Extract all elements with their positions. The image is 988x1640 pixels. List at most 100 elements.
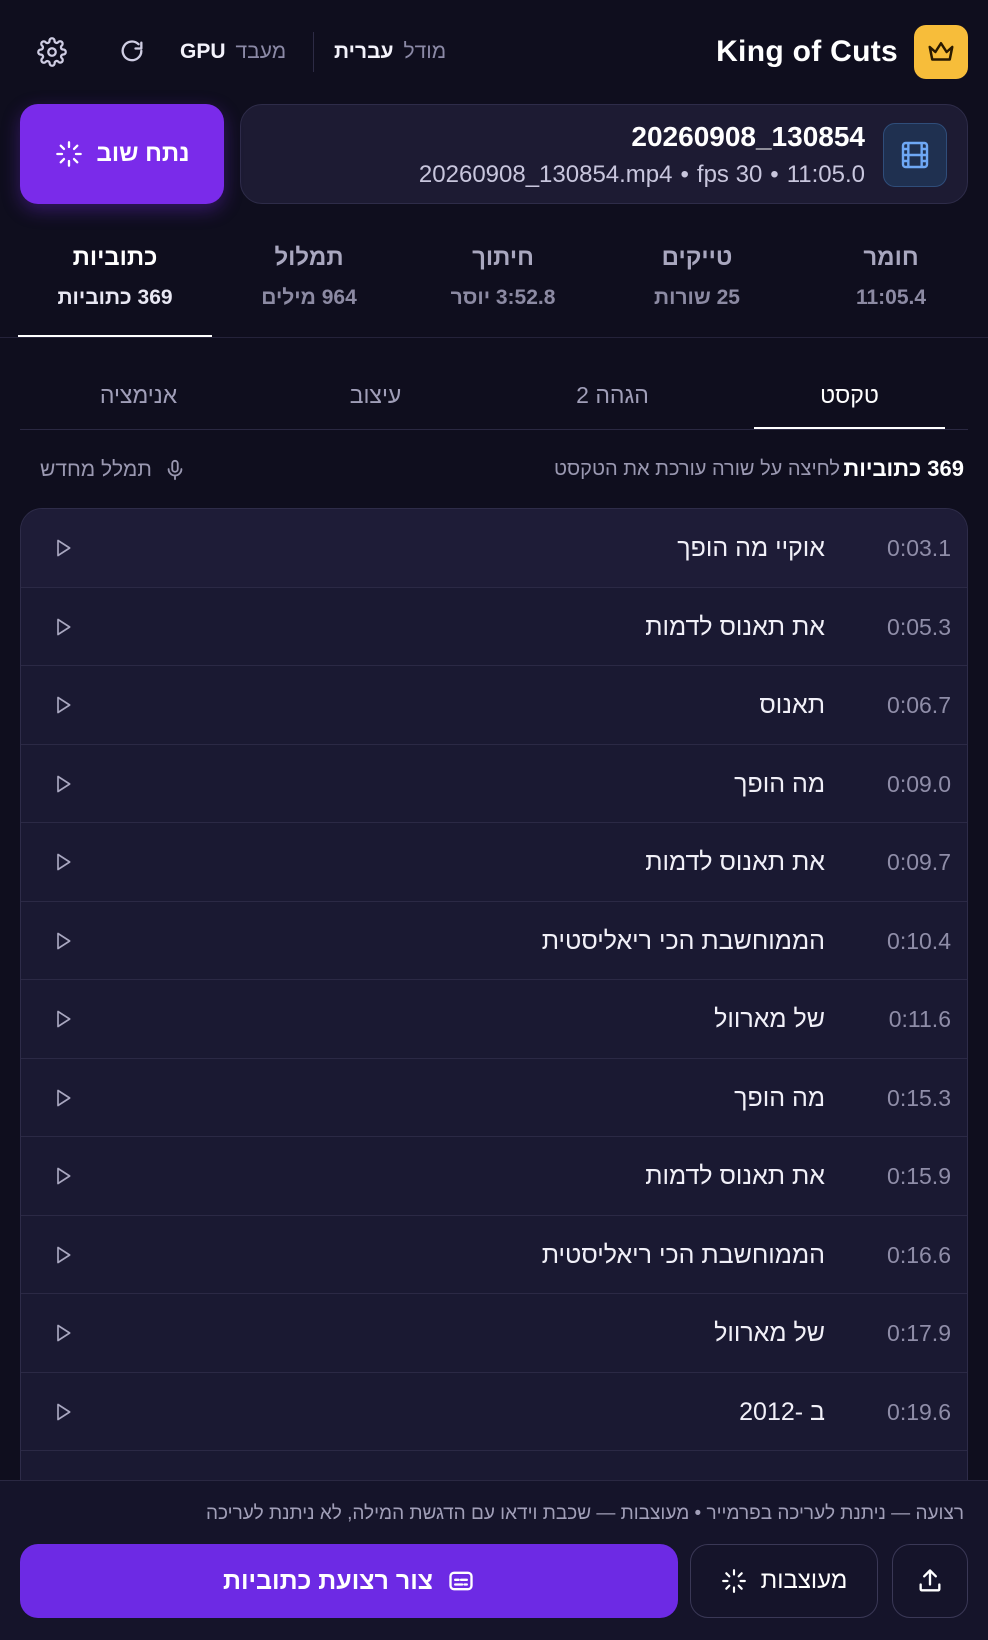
app-header: King of Cuts מודל עברית מעבד GPU xyxy=(0,0,988,104)
subtitle-row[interactable]: 0:10.4 הממוחשבת הכי ריאליסטית xyxy=(21,902,967,980)
subtitle-text[interactable]: את תאנוס לדמות xyxy=(645,1137,825,1215)
upload-icon xyxy=(919,1569,941,1592)
subtitle-text[interactable]: את תאנוס לדמות xyxy=(645,823,825,901)
subtitle-text[interactable]: אוקיי מה הופך xyxy=(677,509,825,587)
footer-bar: רצועה — ניתנת לעריכה בפרמייר • מעוצבות —… xyxy=(0,1480,988,1640)
subtitle-text[interactable]: הממוחשבת הכי ריאליסטית xyxy=(542,1216,825,1294)
file-card[interactable]: 20260908_130854 20260908_130854.mp4 • fp… xyxy=(240,104,968,204)
subtitle-time: 0:05.3 xyxy=(887,613,951,640)
subtab-design[interactable]: עיצוב xyxy=(257,360,494,430)
play-icon[interactable] xyxy=(53,931,73,951)
settings-button[interactable] xyxy=(30,30,74,74)
tab-transcript[interactable]: תמלול 964 מילים xyxy=(212,230,406,338)
subtitle-text[interactable]: תאנוס xyxy=(759,666,825,744)
play-icon[interactable] xyxy=(53,538,73,558)
refresh-button[interactable] xyxy=(110,30,154,74)
subtitle-time: 0:11.6 xyxy=(888,1006,951,1032)
subtitle-row[interactable]: 0:17.9 של מארוול xyxy=(21,1294,967,1373)
model-label: מודל xyxy=(403,40,447,63)
subtitle-time: 0:10.4 xyxy=(887,927,951,954)
subtitle-text[interactable]: הממוחשבת הכי ריאליסטית xyxy=(542,902,825,980)
subtab-animation[interactable]: אנימציה xyxy=(20,360,257,430)
crown-icon xyxy=(914,25,968,79)
subtitle-row[interactable]: 0:15.9 את תאנוס לדמות xyxy=(21,1137,967,1216)
tab-title: חומר xyxy=(863,244,919,271)
tab-title: טייקים xyxy=(661,244,733,271)
play-icon[interactable] xyxy=(53,774,73,794)
subtitle-text[interactable]: מה הופך xyxy=(734,1059,825,1137)
subtitle-text[interactable]: של מארוול xyxy=(714,980,825,1058)
brand-name: King of Cuts xyxy=(716,35,898,68)
play-icon[interactable] xyxy=(53,1402,73,1422)
processor-selector[interactable]: מעבד GPU xyxy=(180,30,286,74)
subtitle-time: 0:09.7 xyxy=(887,849,951,875)
model-value: עברית xyxy=(334,40,394,63)
film-icon xyxy=(883,123,947,187)
model-selector[interactable]: מודל עברית xyxy=(334,30,446,74)
play-icon[interactable] xyxy=(53,1009,73,1029)
subtitle-row[interactable]: 0:03.1 אוקיי מה הופך xyxy=(21,509,967,588)
tab-value: 964 מילים xyxy=(261,286,357,309)
subtitle-count: 369 כתוביות xyxy=(843,456,964,481)
footer-note: רצועה — ניתנת לעריכה בפרמייר • מעוצבות —… xyxy=(206,1503,964,1524)
subtitle-list: 0:03.1 אוקיי מה הופך 0:05.3 את תאנוס לדמ… xyxy=(20,508,968,1508)
tab-cut[interactable]: חיתוך 3:52.8 יוסר xyxy=(406,230,600,338)
tab-material[interactable]: חומר 11:05.4 xyxy=(794,230,988,338)
play-icon[interactable] xyxy=(53,1245,73,1265)
tab-subtitles[interactable]: כתוביות 369 כתוביות xyxy=(18,230,212,338)
subtitle-time: 0:09.0 xyxy=(887,770,951,797)
processor-value: GPU xyxy=(180,40,226,63)
file-filename: 20260908_130854.mp4 xyxy=(418,161,673,188)
play-icon[interactable] xyxy=(53,617,73,637)
header-divider xyxy=(313,32,314,72)
file-title: 20260908_130854 xyxy=(631,121,865,152)
subtab-proofread[interactable]: הגהה 2 xyxy=(494,360,731,430)
file-duration: 11:05.0 xyxy=(786,161,865,188)
subtitle-time: 0:15.3 xyxy=(887,1084,951,1111)
subtitle-text[interactable]: מה הופך xyxy=(734,745,825,823)
play-icon[interactable] xyxy=(53,1088,73,1108)
subtitle-time: 0:06.7 xyxy=(887,692,951,718)
play-icon[interactable] xyxy=(53,695,73,715)
subtitle-row[interactable]: 0:16.6 הממוחשבת הכי ריאליסטית xyxy=(21,1216,967,1294)
subtabs-divider xyxy=(20,429,968,430)
tab-takes[interactable]: טייקים 25 שורות xyxy=(600,230,794,338)
reanalyze-button[interactable]: נתח שוב xyxy=(20,104,224,204)
presets-label: מעוצבות xyxy=(760,1567,848,1594)
play-icon[interactable] xyxy=(53,852,73,872)
create-subtitle-track-button[interactable]: צור רצועת כתוביות xyxy=(20,1544,678,1618)
subtitles-icon xyxy=(449,1571,473,1591)
tab-value: 11:05.4 xyxy=(855,286,927,309)
subtitle-row[interactable]: 0:06.7 תאנוס xyxy=(21,666,967,745)
subtitle-text[interactable]: את תאנוס לדמות xyxy=(645,588,825,666)
subtitle-subtabs: טקסט הגהה 2 עיצוב אנימציה xyxy=(20,360,968,430)
subtitle-time: 0:16.6 xyxy=(887,1241,951,1268)
subtitle-row[interactable]: 0:09.7 את תאנוס לדמות xyxy=(21,823,967,902)
subtitle-text[interactable]: ב -2012 xyxy=(739,1373,825,1451)
subtitle-row[interactable]: 0:15.3 מה הופך xyxy=(21,1059,967,1137)
subtitle-time: 0:15.9 xyxy=(887,1163,951,1189)
tab-title: תמלול xyxy=(274,244,344,271)
stats-tabs: חומר 11:05.4 טייקים 25 שורות חיתוך 3:52.… xyxy=(16,230,988,338)
tab-title: כתוביות xyxy=(72,244,158,271)
retranscribe-button[interactable]: תמלל מחדש xyxy=(40,452,186,488)
export-button[interactable] xyxy=(892,1544,968,1618)
play-icon[interactable] xyxy=(53,1323,73,1343)
subtitle-row[interactable]: 0:05.3 את תאנוס לדמות xyxy=(21,588,967,666)
sparkle-icon xyxy=(55,141,82,167)
file-meta-separator: • xyxy=(680,161,689,188)
styled-subtitles-button[interactable]: מעוצבות xyxy=(690,1544,878,1618)
play-icon[interactable] xyxy=(53,1166,73,1186)
processor-label: מעבד xyxy=(235,40,287,63)
subtitle-row[interactable]: 0:19.6 ב -2012 xyxy=(21,1373,967,1451)
brand: King of Cuts xyxy=(716,25,968,79)
subtitle-text[interactable]: של מארוול xyxy=(714,1294,825,1372)
subtitle-row[interactable]: 0:11.6 של מארוול xyxy=(21,980,967,1059)
tab-value: 369 כתוביות xyxy=(57,286,173,309)
subtitle-row[interactable]: 0:09.0 מה הופך xyxy=(21,745,967,823)
reanalyze-label: נתח שוב xyxy=(96,140,190,167)
microphone-icon xyxy=(167,459,183,481)
subtab-text[interactable]: טקסט xyxy=(731,360,968,430)
subtitle-time: 0:19.6 xyxy=(887,1398,951,1425)
tab-value: 25 שורות xyxy=(654,286,740,309)
